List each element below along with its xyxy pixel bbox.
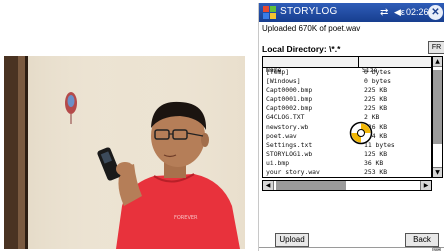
vertical-scrollbar[interactable]: ▲ ▼ <box>432 56 443 178</box>
scroll-down-arrow-icon[interactable]: ▼ <box>433 167 442 177</box>
list-item[interactable]: your story.wav 253 KB <box>263 168 431 177</box>
back-button[interactable]: Back <box>405 233 439 247</box>
list-item[interactable]: newstory.wb 126 KB <box>263 123 431 132</box>
scroll-right-arrow-icon[interactable]: ▶ <box>420 181 431 190</box>
file-list-header: Name Size <box>263 57 431 74</box>
connectivity-icon[interactable]: ⇄ <box>380 7 388 18</box>
list-item[interactable]: G4CLOG.TXT 2 KB <box>263 113 431 122</box>
windows-flag-icon[interactable] <box>262 5 277 20</box>
scroll-left-arrow-icon[interactable]: ◀ <box>263 181 274 190</box>
speaker-icon[interactable]: ◀ε <box>394 7 405 18</box>
svg-text:FOREVER: FOREVER <box>174 215 198 221</box>
list-item[interactable]: Settings.txt 11 bytes <box>263 141 431 150</box>
upload-status: Uploaded 670K of poet.wav <box>262 24 361 33</box>
bottom-bar <box>259 247 444 251</box>
fr-button[interactable]: FR <box>428 41 444 54</box>
photo-man-with-phone: FOREVER <box>4 56 245 249</box>
title-bar: STORYLOG ⇄ ◀ε 02:26 ✕ <box>259 3 444 22</box>
horizontal-scrollbar[interactable]: ◀ ▶ <box>262 180 432 191</box>
scroll-up-arrow-icon[interactable]: ▲ <box>433 57 442 67</box>
column-header-name[interactable]: Name <box>263 57 359 74</box>
list-item[interactable]: ui.bmp 36 KB <box>263 159 431 168</box>
upload-button[interactable]: Upload <box>275 233 309 247</box>
list-item[interactable]: STORYLOG1.wb 125 KB <box>263 150 431 159</box>
list-item[interactable]: Capt0001.bmp 225 KB <box>263 95 431 104</box>
directory-label: Local Directory: \*.* <box>262 44 341 54</box>
list-item[interactable]: Capt0002.bmp 225 KB <box>263 104 431 113</box>
horizontal-scroll-thumb[interactable] <box>276 181 346 190</box>
list-item[interactable]: Capt0000.bmp 225 KB <box>263 86 431 95</box>
close-button[interactable]: ✕ <box>428 5 443 20</box>
list-item[interactable]: [Windows] 0 bytes <box>263 77 431 86</box>
pda-screen: STORYLOG ⇄ ◀ε 02:26 ✕ Uploaded 670K of p… <box>258 3 444 251</box>
keyboard-icon[interactable]: ⌨ <box>432 247 441 251</box>
column-header-size[interactable]: Size <box>359 57 431 74</box>
vertical-scroll-thumb[interactable] <box>433 70 442 144</box>
file-rows: [Temp] 0 bytes [Windows] 0 bytes Capt0000.… <box>263 68 431 177</box>
file-list[interactable]: Name Size [Temp] 0 bytes [Windows] 0 bytes… <box>262 56 432 178</box>
list-item[interactable]: poet.wav 674 KB <box>263 132 431 141</box>
wait-cursor-icon <box>349 121 373 145</box>
clock[interactable]: 02:26 <box>406 7 429 17</box>
window-title: STORYLOG <box>280 6 338 17</box>
list-item[interactable]: [Temp] 0 bytes <box>263 68 431 77</box>
